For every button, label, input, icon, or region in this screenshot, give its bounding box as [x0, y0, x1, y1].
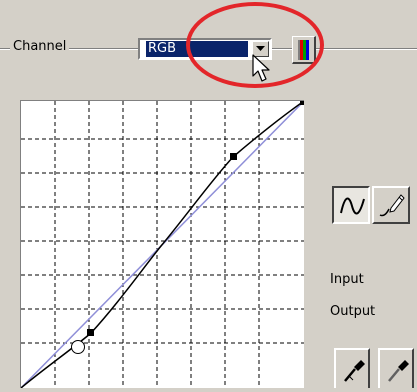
black-point-eyedropper-button[interactable]	[334, 348, 370, 388]
selected-curve-point[interactable]	[71, 340, 85, 354]
freehand-mode-button[interactable]	[372, 186, 410, 224]
curve-mode-button[interactable]	[332, 186, 370, 224]
output-label: Output	[330, 304, 376, 319]
eyedropper-icon	[388, 360, 409, 382]
eyedropper-icon	[344, 360, 365, 382]
channel-label: Channel	[10, 39, 70, 54]
curve-graph-canvas[interactable]	[20, 100, 305, 389]
pencil-icon	[379, 194, 405, 217]
gray-point-eyedropper-button[interactable]	[378, 348, 414, 388]
curve-point[interactable]	[230, 153, 237, 160]
arrow-cursor-icon	[252, 54, 270, 82]
smooth-curve-icon	[340, 197, 365, 215]
curve-graph[interactable]	[20, 100, 305, 389]
curve-point[interactable]	[87, 329, 94, 336]
input-label: Input	[330, 272, 364, 287]
curve-endpoint[interactable]	[300, 101, 304, 105]
